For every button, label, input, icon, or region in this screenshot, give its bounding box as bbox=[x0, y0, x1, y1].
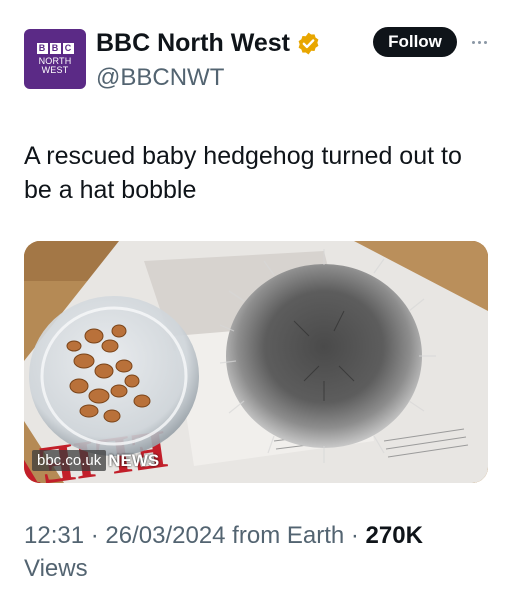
logo-block-2: B bbox=[49, 43, 61, 54]
tweet-time[interactable]: 12:31 bbox=[24, 522, 84, 549]
follow-button[interactable]: Follow bbox=[373, 27, 457, 57]
tweet-source: from Earth bbox=[225, 522, 345, 549]
meta-separator: · bbox=[344, 522, 366, 549]
more-dot bbox=[471, 40, 475, 44]
more-dot bbox=[483, 40, 487, 44]
views-label: Views bbox=[24, 555, 88, 582]
tweet-meta: 12:31 · 26/03/2024 from Earth · 270K Vie… bbox=[24, 519, 484, 585]
name-row: BBC North West bbox=[96, 28, 321, 58]
tweet-media-image[interactable]: ELIEVE bbox=[24, 241, 488, 483]
logo-block-3: C bbox=[62, 43, 74, 54]
display-name[interactable]: BBC North West bbox=[96, 28, 290, 58]
meta-separator: · bbox=[84, 522, 106, 549]
hedgehog-bobble-photo: ELIEVE bbox=[24, 241, 488, 483]
handle[interactable]: @BBCNWT bbox=[96, 64, 224, 92]
logo-block-1: B bbox=[36, 43, 48, 54]
views-count: 270K bbox=[365, 522, 423, 549]
avatar-sub-line2: WEST bbox=[41, 65, 69, 75]
verified-badge-icon[interactable] bbox=[296, 31, 321, 56]
more-dot bbox=[477, 40, 481, 44]
watermark-tag: NEWS bbox=[108, 450, 160, 470]
avatar[interactable]: B B C NORTH WEST bbox=[24, 29, 86, 89]
news-watermark: bbc.co.uk NEWS bbox=[32, 450, 159, 471]
tweet-date[interactable]: 26/03/2024 bbox=[105, 522, 225, 549]
bbc-logo: B B C bbox=[36, 43, 74, 54]
more-horizontal-icon[interactable] bbox=[468, 28, 490, 56]
watermark-url: bbc.co.uk bbox=[32, 450, 107, 471]
tweet-text: A rescued baby hedgehog turned out to be… bbox=[24, 142, 462, 204]
